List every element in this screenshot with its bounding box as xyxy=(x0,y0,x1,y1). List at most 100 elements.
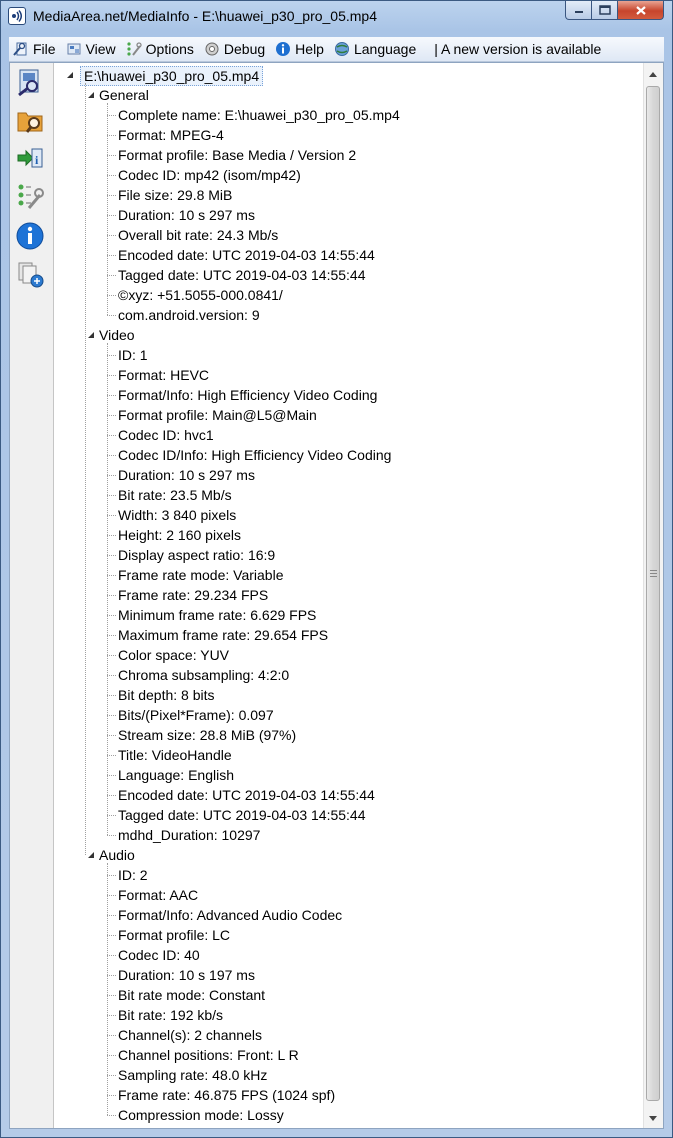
menu-options[interactable]: Options xyxy=(122,38,200,60)
tree-connector xyxy=(107,435,116,436)
tree-item[interactable]: Title: VideoHandle xyxy=(118,746,232,764)
tree-item[interactable]: Stream size: 28.8 MiB (97%) xyxy=(118,726,296,744)
tree-item[interactable]: com.android.version: 9 xyxy=(118,306,260,324)
tree-item[interactable]: ID: 1 xyxy=(118,346,148,364)
tree-item[interactable]: Color space: YUV xyxy=(118,646,229,664)
menu-help[interactable]: Help xyxy=(271,38,330,60)
tree-root-file[interactable]: E:\huawei_p30_pro_05.mp4 xyxy=(80,66,264,86)
tree-item[interactable]: Channel positions: Front: L R xyxy=(118,1046,299,1064)
collapse-section-icon[interactable] xyxy=(87,91,95,99)
tree-item[interactable]: Bits/(Pixel*Frame): 0.097 xyxy=(118,706,274,724)
tree-item[interactable]: Compression mode: Lossy xyxy=(118,1106,284,1124)
tree-item[interactable]: Bit depth: 8 bits xyxy=(118,686,215,704)
tree-connector xyxy=(107,1055,116,1056)
about-button[interactable] xyxy=(13,219,47,253)
tree-connector xyxy=(107,735,116,736)
menu-language[interactable]: Language xyxy=(330,38,422,60)
tree-connector xyxy=(107,1075,116,1076)
tree-item[interactable]: mdhd_Duration: 10297 xyxy=(118,826,260,844)
info-tree[interactable]: E:\huawei_p30_pro_05.mp4 General Complete… xyxy=(54,63,644,1128)
tree-item[interactable]: Format profile: Base Media / Version 2 xyxy=(118,146,356,164)
tree-item[interactable]: Frame rate mode: Variable xyxy=(118,566,283,584)
tree-item[interactable]: Format/Info: High Efficiency Video Codin… xyxy=(118,386,377,404)
menu-file[interactable]: File xyxy=(9,38,62,60)
tree-item[interactable]: Format/Info: Advanced Audio Codec xyxy=(118,906,342,924)
collapse-section-icon[interactable] xyxy=(87,851,95,859)
tree-item[interactable]: Maximum frame rate: 29.654 FPS xyxy=(118,626,328,644)
tree-item[interactable]: Codec ID: mp42 (isom/mp42) xyxy=(118,166,301,184)
tree-item[interactable]: Encoded date: UTC 2019-04-03 14:55:44 xyxy=(118,786,375,804)
tree-item[interactable]: Bit rate: 23.5 Mb/s xyxy=(118,486,232,504)
tree-item[interactable]: Frame rate: 29.234 FPS xyxy=(118,586,268,604)
minimize-button[interactable] xyxy=(565,1,592,20)
scrollbar-thumb[interactable] xyxy=(646,86,660,1101)
tree-item[interactable]: ©xyz: +51.5055-000.0841/ xyxy=(118,286,283,304)
scroll-down-button[interactable] xyxy=(644,1109,662,1127)
tree-item[interactable]: Format profile: Main@L5@Main xyxy=(118,406,317,424)
tree-item[interactable]: Minimum frame rate: 6.629 FPS xyxy=(118,606,316,624)
tree-item[interactable]: File size: 29.8 MiB xyxy=(118,186,232,204)
tree-item[interactable]: ID: 2 xyxy=(118,866,148,884)
tree-connector xyxy=(107,515,116,516)
preferences-button[interactable] xyxy=(13,179,47,213)
tree-item[interactable]: Tagged date: UTC 2019-04-03 14:55:44 xyxy=(118,266,366,284)
tree-item[interactable]: Duration: 10 s 297 ms xyxy=(118,466,255,484)
tree-item[interactable]: Overall bit rate: 24.3 Mb/s xyxy=(118,226,278,244)
tree-connector xyxy=(107,1115,116,1116)
title-bar[interactable]: MediaArea.net/MediaInfo - E:\huawei_p30_… xyxy=(1,1,672,31)
tree-item[interactable]: Format: HEVC xyxy=(118,366,209,384)
tree-item[interactable]: Display aspect ratio: 16:9 xyxy=(118,546,275,564)
options-icon xyxy=(126,41,142,57)
tree-connector xyxy=(107,135,116,136)
tree-item[interactable]: Encoded date: UTC 2019-04-03 14:55:44 xyxy=(118,246,375,264)
tree-item[interactable]: Format: AAC xyxy=(118,886,198,904)
tree-section-general[interactable]: General xyxy=(99,86,149,104)
client-area: i E:\huawei_p30_pro_05.mp4 General Comple… xyxy=(9,62,664,1129)
export-button[interactable]: i xyxy=(13,141,47,175)
language-icon xyxy=(334,41,350,57)
open-file-button[interactable] xyxy=(13,65,47,99)
tree-connector xyxy=(107,275,116,276)
close-button[interactable] xyxy=(618,1,664,20)
new-version-icon xyxy=(18,262,44,288)
tree-item[interactable]: Chroma subsampling: 4:2:0 xyxy=(118,666,289,684)
tree-item[interactable]: Tagged date: UTC 2019-04-03 14:55:44 xyxy=(118,806,366,824)
tree-item[interactable]: Duration: 10 s 297 ms xyxy=(118,206,255,224)
scroll-up-button[interactable] xyxy=(644,65,662,83)
about-icon xyxy=(16,222,44,250)
arrow-down-icon xyxy=(649,1115,657,1121)
tree-item[interactable]: Bit rate: 192 kb/s xyxy=(118,1006,223,1024)
vertical-scrollbar[interactable] xyxy=(643,63,663,1128)
tree-connector xyxy=(107,775,116,776)
tree-section-video[interactable]: Video xyxy=(99,326,135,344)
menu-view[interactable]: View xyxy=(62,38,122,60)
open-folder-button[interactable] xyxy=(13,103,47,137)
tree-item[interactable]: Format profile: LC xyxy=(118,926,230,944)
tree-item[interactable]: Height: 2 160 pixels xyxy=(118,526,241,544)
tree-item[interactable]: Sampling rate: 48.0 kHz xyxy=(118,1066,267,1084)
tree-item[interactable]: Frame rate: 46.875 FPS (1024 spf) xyxy=(118,1086,335,1104)
tree-section-audio[interactable]: Audio xyxy=(99,846,135,864)
tree-item[interactable]: Codec ID: 40 xyxy=(118,946,200,964)
tree-connector xyxy=(107,375,116,376)
tree-item[interactable]: Language: English xyxy=(118,766,234,784)
collapse-root-icon[interactable] xyxy=(66,71,74,79)
tree-item[interactable]: Width: 3 840 pixels xyxy=(118,506,236,524)
tree-item[interactable]: Format: MPEG-4 xyxy=(118,126,224,144)
tree-connector xyxy=(107,875,116,876)
menu-options-label: Options xyxy=(145,41,194,57)
maximize-button[interactable] xyxy=(592,1,618,20)
menu-debug[interactable]: Debug xyxy=(200,38,271,60)
tree-item[interactable]: Channel(s): 2 channels xyxy=(118,1026,262,1044)
tree-item[interactable]: Duration: 10 s 197 ms xyxy=(118,966,255,984)
tree-item[interactable]: Complete name: E:\huawei_p30_pro_05.mp4 xyxy=(118,106,400,124)
menu-file-label: File xyxy=(33,41,56,57)
tree-connector xyxy=(107,235,116,236)
collapse-section-icon[interactable] xyxy=(87,331,95,339)
tree-item[interactable]: Bit rate mode: Constant xyxy=(118,986,265,1004)
tree-item[interactable]: Codec ID/Info: High Efficiency Video Cod… xyxy=(118,446,391,464)
tree-connector xyxy=(107,835,116,836)
tree-item[interactable]: Codec ID: hvc1 xyxy=(118,426,214,444)
new-version-button[interactable] xyxy=(13,257,47,291)
new-version-notice[interactable]: | A new version is available xyxy=(434,41,601,57)
